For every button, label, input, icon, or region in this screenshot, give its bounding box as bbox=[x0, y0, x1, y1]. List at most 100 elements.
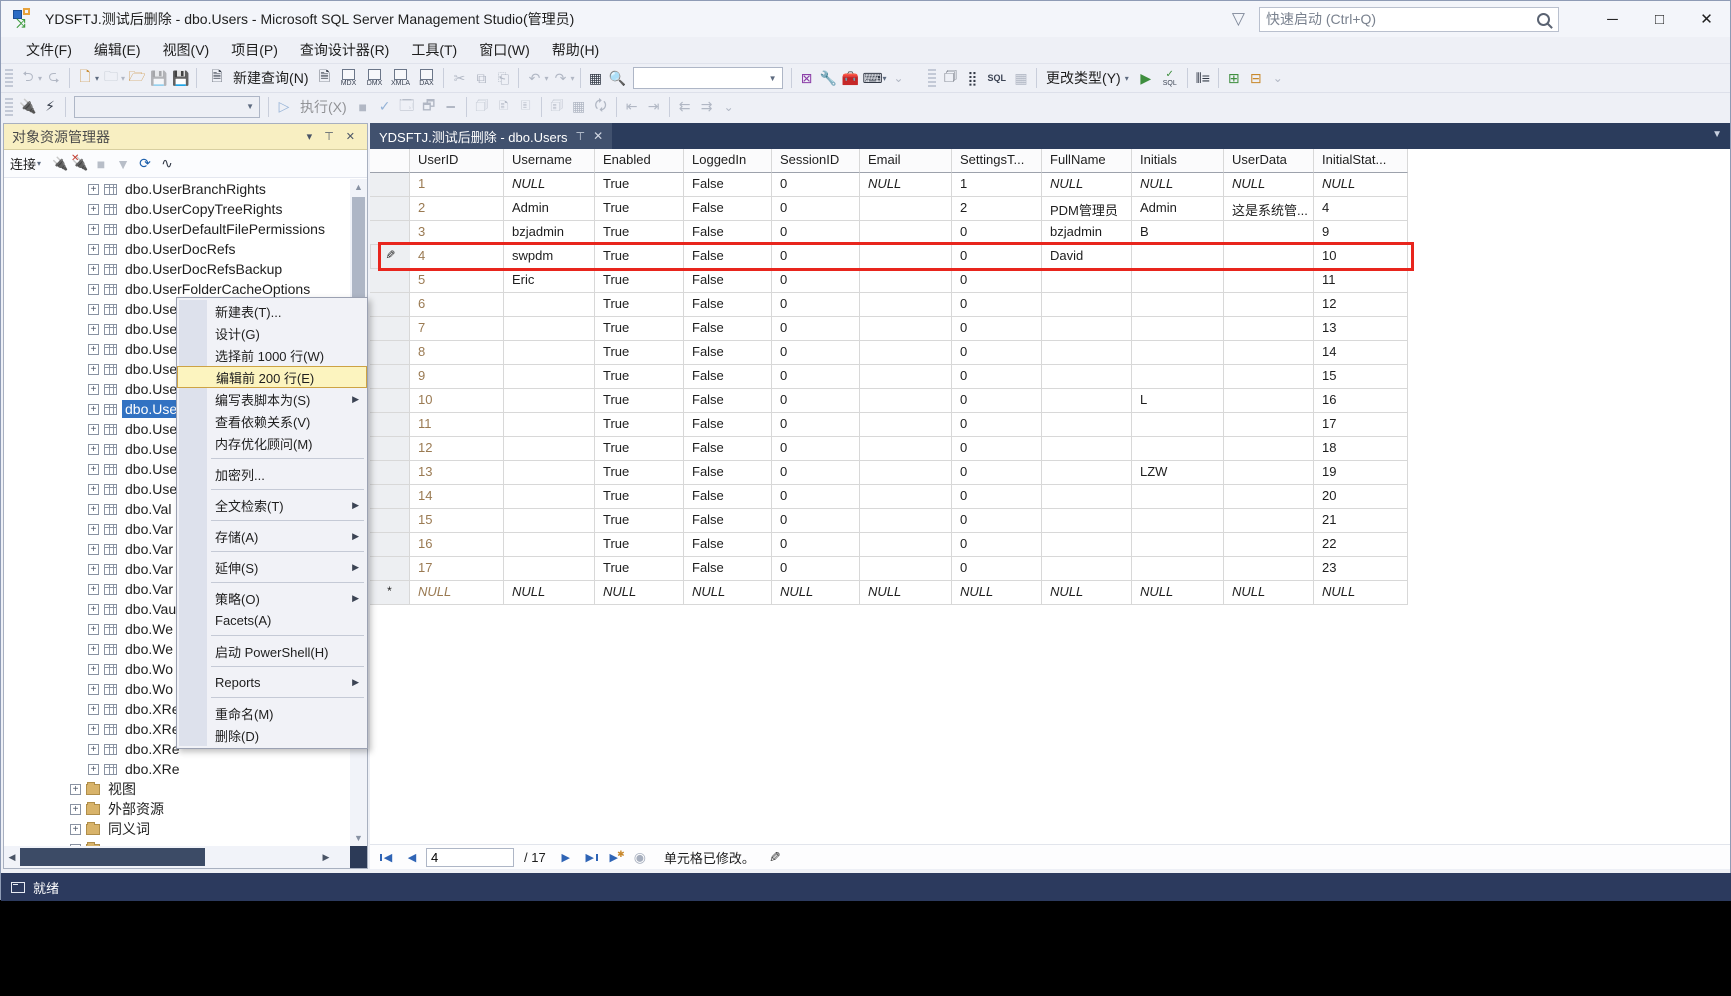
connect-plug-icon[interactable]: 🔌 bbox=[18, 97, 38, 117]
grid-cell[interactable]: 15 bbox=[1314, 365, 1408, 389]
live-stats-icon[interactable]: 🗗 bbox=[419, 97, 439, 117]
grid-cell[interactable] bbox=[860, 485, 952, 509]
grid-cell[interactable]: PDM管理员 bbox=[1042, 197, 1132, 221]
save-icon[interactable]: 💾 bbox=[149, 68, 169, 88]
new-dmx-query-icon[interactable]: DMX bbox=[361, 69, 387, 87]
command-dropdown-icon[interactable]: ▾ bbox=[883, 74, 887, 83]
tree-item[interactable]: +外部资源 bbox=[4, 799, 350, 819]
grid-cell[interactable]: 8 bbox=[410, 341, 504, 365]
expand-plus-icon[interactable]: + bbox=[88, 684, 99, 695]
grid-cell[interactable]: True bbox=[595, 245, 684, 269]
grid-cell[interactable]: True bbox=[595, 365, 684, 389]
grid-cell[interactable]: 0 bbox=[772, 317, 860, 341]
feedback-icon[interactable]: ▽ bbox=[1232, 9, 1245, 29]
grid-cell[interactable]: False bbox=[684, 437, 772, 461]
undo-dropdown-icon[interactable]: ▾ bbox=[544, 74, 548, 83]
grid-cell[interactable] bbox=[1224, 413, 1314, 437]
context-menu-item[interactable]: 选择前 1000 行(W) bbox=[177, 344, 367, 366]
new-mdx-query-icon[interactable]: MDX bbox=[335, 69, 361, 87]
grid-cell[interactable]: 12 bbox=[410, 437, 504, 461]
window-position-icon[interactable]: ▾ bbox=[301, 130, 319, 143]
expand-plus-icon[interactable]: + bbox=[70, 804, 81, 815]
tree-item[interactable]: +dbo.UserCopyTreeRights bbox=[4, 199, 350, 219]
grid-cell[interactable]: 0 bbox=[772, 365, 860, 389]
grid-cell[interactable]: L bbox=[1132, 389, 1224, 413]
grid-cell[interactable]: True bbox=[595, 269, 684, 293]
grid-cell[interactable]: False bbox=[684, 341, 772, 365]
sqlcmd-icon[interactable]: 🗈 bbox=[494, 97, 514, 117]
grid-cell[interactable]: 0 bbox=[952, 365, 1042, 389]
grid-cell[interactable] bbox=[1042, 413, 1132, 437]
context-menu-item[interactable]: 删除(D) bbox=[177, 724, 367, 746]
grid-cell[interactable]: True bbox=[595, 317, 684, 341]
grid-cell[interactable] bbox=[860, 293, 952, 317]
cancel-query-icon[interactable]: ■ bbox=[353, 97, 373, 117]
grid-cell[interactable]: 0 bbox=[952, 317, 1042, 341]
command-window-icon[interactable]: ⌨ bbox=[863, 68, 883, 88]
grid-cell[interactable] bbox=[1042, 389, 1132, 413]
parse-icon[interactable]: ✓ bbox=[375, 97, 395, 117]
results-file-icon[interactable]: ▦ bbox=[569, 97, 589, 117]
new-dax-query-icon[interactable]: DAX bbox=[413, 69, 439, 87]
intellisense-icon[interactable]: 🗇 bbox=[472, 97, 492, 117]
grid-cell[interactable]: 20 bbox=[1314, 485, 1408, 509]
minimize-button[interactable]: ─ bbox=[1589, 1, 1636, 37]
tree-horizontal-scrollbar[interactable]: ◀ ▶ bbox=[4, 846, 350, 868]
row-selector[interactable] bbox=[370, 149, 410, 173]
expand-plus-icon[interactable]: + bbox=[88, 444, 99, 455]
new-xmla-query-icon[interactable]: XMLA bbox=[387, 69, 413, 87]
grid-cell[interactable]: 2 bbox=[952, 197, 1042, 221]
menu-item-0[interactable]: 文件(F) bbox=[15, 37, 83, 63]
grid-cell[interactable]: Admin bbox=[1132, 197, 1224, 221]
row-selector[interactable] bbox=[370, 557, 410, 581]
grid-cell[interactable]: True bbox=[595, 533, 684, 557]
grid-cell[interactable]: 0 bbox=[952, 557, 1042, 581]
grid-cell[interactable]: 18 bbox=[1314, 437, 1408, 461]
grid-cell[interactable] bbox=[504, 509, 595, 533]
save-all-icon[interactable]: 💾 bbox=[171, 68, 191, 88]
grid-cell[interactable]: NULL bbox=[952, 581, 1042, 605]
grid-cell[interactable]: 16 bbox=[410, 533, 504, 557]
expand-plus-icon[interactable]: + bbox=[88, 544, 99, 555]
expand-plus-icon[interactable]: + bbox=[88, 384, 99, 395]
grid-cell[interactable] bbox=[860, 365, 952, 389]
back-dropdown-icon[interactable]: ▾ bbox=[38, 74, 42, 83]
grid-cell[interactable] bbox=[1224, 317, 1314, 341]
menu-item-5[interactable]: 工具(T) bbox=[400, 37, 468, 63]
grid-cell[interactable]: False bbox=[684, 269, 772, 293]
expand-plus-icon[interactable]: + bbox=[88, 204, 99, 215]
execute-label[interactable]: 执行(X) bbox=[295, 97, 352, 117]
increase-indent-icon[interactable]: ⇉ bbox=[697, 97, 717, 117]
grid-cell[interactable]: David bbox=[1042, 245, 1132, 269]
grid-cell[interactable] bbox=[1132, 245, 1224, 269]
grid-cell[interactable]: 0 bbox=[952, 461, 1042, 485]
close-button[interactable]: ✕ bbox=[1683, 1, 1730, 37]
row-selector[interactable]: * bbox=[370, 581, 410, 605]
navigate-back-icon[interactable]: ⮌ bbox=[18, 68, 38, 88]
analysis-query-icon[interactable]: 🗎 bbox=[314, 68, 334, 88]
decrease-indent-icon[interactable]: ⇇ bbox=[675, 97, 695, 117]
scroll-down-icon[interactable]: ▼ bbox=[350, 830, 367, 846]
grid-cell[interactable] bbox=[1224, 221, 1314, 245]
grid-cell[interactable]: bzjadmin bbox=[1042, 221, 1132, 245]
row-selector[interactable] bbox=[370, 341, 410, 365]
pin-icon[interactable]: ⊤ bbox=[318, 130, 340, 143]
expand-plus-icon[interactable]: + bbox=[88, 244, 99, 255]
tree-item[interactable]: +dbo.UserDocRefsBackup bbox=[4, 259, 350, 279]
object-explorer-header[interactable]: 对象资源管理器 ▾ ⊤ ✕ bbox=[4, 124, 367, 150]
grid-cell[interactable]: Admin bbox=[504, 197, 595, 221]
grid-cell[interactable]: 0 bbox=[952, 269, 1042, 293]
context-menu-item[interactable]: 存储(A)▶ bbox=[177, 525, 367, 547]
tree-item[interactable]: +dbo.XRe bbox=[4, 759, 350, 779]
estimated-plan-icon[interactable]: 🗔 bbox=[397, 97, 417, 117]
grid-cell[interactable] bbox=[1042, 461, 1132, 485]
xevent-icon[interactable]: ⊠ bbox=[797, 68, 817, 88]
grid-cell[interactable]: 4 bbox=[1314, 197, 1408, 221]
grid-cell[interactable]: False bbox=[684, 293, 772, 317]
first-record-button[interactable]: ◀ bbox=[378, 851, 398, 864]
grid-cell[interactable] bbox=[1224, 557, 1314, 581]
expand-plus-icon[interactable]: + bbox=[88, 604, 99, 615]
context-menu-item[interactable]: 加密列... bbox=[177, 463, 367, 485]
expand-plus-icon[interactable]: + bbox=[88, 524, 99, 535]
maximize-button[interactable]: □ bbox=[1636, 1, 1683, 37]
